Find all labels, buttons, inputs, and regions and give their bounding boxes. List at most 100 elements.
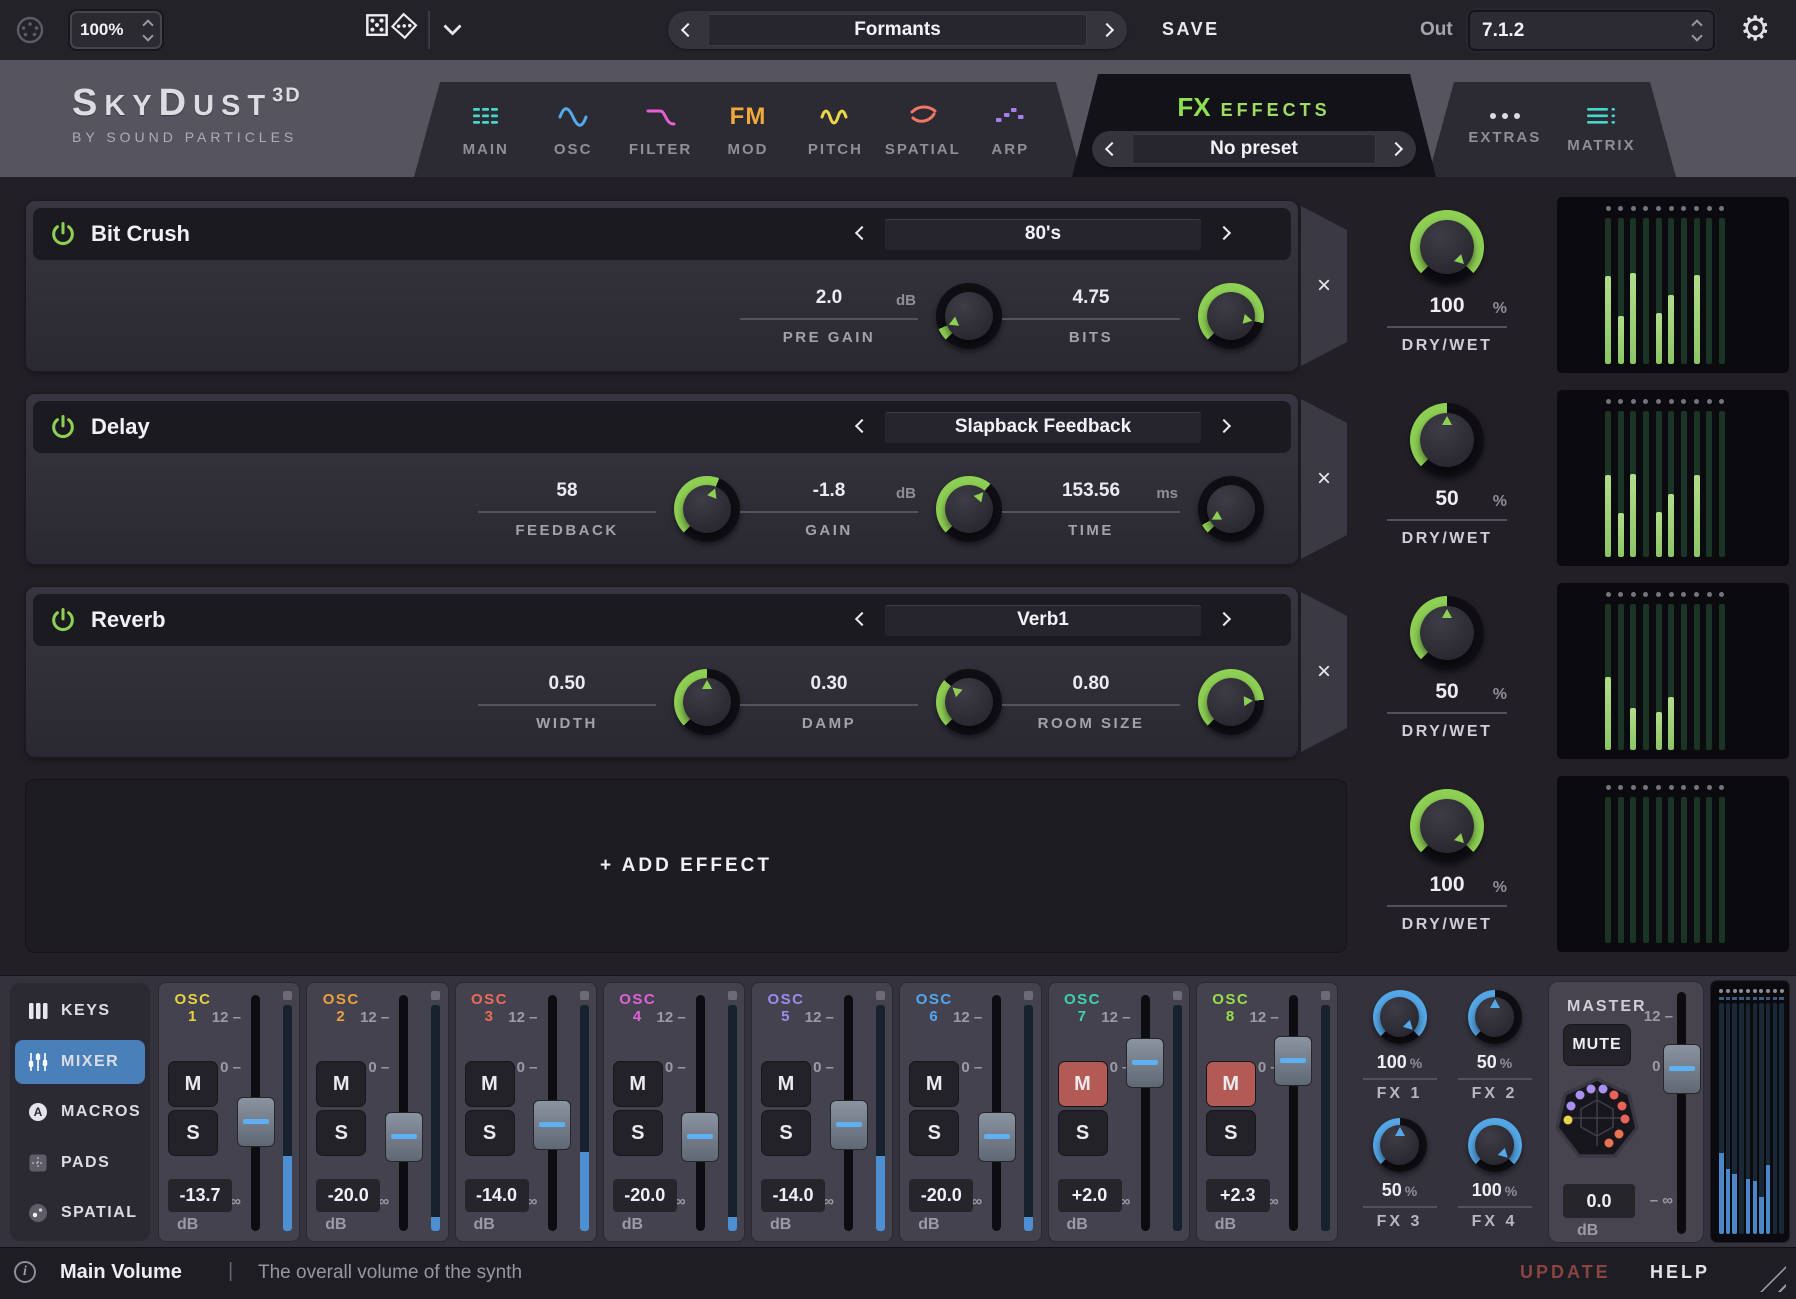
sidebar-item-macros[interactable]: AMACROS [15,1090,145,1134]
channel-fader-track[interactable] [844,995,853,1231]
master-mute-button[interactable]: MUTE [1563,1024,1631,1066]
dry-wet-value[interactable]: 100 [1429,873,1464,896]
tab-arp[interactable]: ARP [969,102,1052,158]
effect-preset-name[interactable]: Verb1 [885,605,1201,636]
mute-button[interactable]: M [168,1061,218,1107]
channel-value-box[interactable]: -13.7 [168,1179,232,1212]
tab-fx-effects[interactable]: FXEFFECTS No preset [1072,74,1436,177]
power-icon[interactable] [49,413,77,441]
fx-send-knob[interactable] [1468,990,1522,1044]
dry-wet-knob[interactable] [1410,210,1484,284]
dry-wet-value[interactable]: 100 [1429,294,1464,317]
solo-button[interactable]: S [168,1110,218,1156]
help-button[interactable]: HELP [1650,1262,1710,1283]
solo-button[interactable]: S [613,1110,663,1156]
tab-main[interactable]: MAIN [444,102,527,158]
mute-button[interactable]: M [1058,1061,1108,1107]
param-value[interactable]: 4.75 [1073,287,1110,308]
spatial-radar[interactable] [1555,1076,1639,1160]
param-value[interactable]: 0.50 [549,673,586,694]
channel-fader-track[interactable] [1141,995,1150,1231]
param-knob[interactable] [674,476,740,542]
tab-extras[interactable]: EXTRAS [1468,113,1541,146]
effect-preset-prev[interactable] [857,611,867,629]
param-knob[interactable] [1198,476,1264,542]
param-knob[interactable] [936,283,1002,349]
settings-gear-icon[interactable]: ⚙ [1740,9,1770,49]
mute-button[interactable]: M [1206,1061,1256,1107]
sidebar-item-keys[interactable]: KEYS [15,989,145,1033]
tab-matrix[interactable]: MATRIX [1567,105,1635,154]
channel-value-box[interactable]: -20.0 [613,1179,677,1212]
fx-send-knob[interactable] [1373,990,1427,1044]
channel-value-box[interactable]: +2.3 [1206,1179,1270,1212]
mute-button[interactable]: M [316,1061,366,1107]
channel-fader-track[interactable] [992,995,1001,1231]
channel-fader-track[interactable] [1289,995,1298,1231]
mute-button[interactable]: M [761,1061,811,1107]
fx-send-knob[interactable] [1373,1118,1427,1172]
effect-close-button[interactable]: × [1301,592,1347,752]
param-knob[interactable] [1198,669,1264,735]
param-knob[interactable] [1198,283,1264,349]
effect-close-button[interactable]: × [1301,399,1347,559]
fx-preset-name-box[interactable]: No preset [1132,134,1376,164]
param-knob[interactable] [936,669,1002,735]
channel-fader-cap[interactable] [681,1112,719,1162]
solo-button[interactable]: S [316,1110,366,1156]
param-value[interactable]: -1.8 [813,480,846,501]
effect-preset-name[interactable]: 80's [885,219,1201,250]
dry-wet-value[interactable]: 50 [1435,680,1458,703]
mute-button[interactable]: M [465,1061,515,1107]
effect-preset-next[interactable] [1219,418,1229,436]
randomize-dice-button[interactable]: ⚄ ⚂ [364,12,415,42]
midi-icon[interactable] [15,15,45,45]
fx-preset-prev-button[interactable] [1092,144,1132,154]
sidebar-item-spatial[interactable]: SPATIAL [15,1191,145,1235]
param-value[interactable]: 0.80 [1073,673,1110,694]
channel-value-box[interactable]: -14.0 [761,1179,825,1212]
preset-name-box[interactable]: Formants [708,14,1087,46]
master-fader-track[interactable] [1677,992,1686,1234]
tab-spatial[interactable]: SPATIAL [881,102,964,158]
channel-fader-cap[interactable] [1274,1036,1312,1086]
tab-pitch[interactable]: PITCH [794,102,877,158]
solo-button[interactable]: S [465,1110,515,1156]
param-knob[interactable] [674,669,740,735]
update-button[interactable]: UPDATE [1520,1262,1611,1283]
power-icon[interactable] [49,606,77,634]
tab-mod[interactable]: FMMOD [706,102,789,158]
fx-preset-next-button[interactable] [1376,144,1416,154]
param-knob[interactable] [936,476,1002,542]
effect-preset-next[interactable] [1219,225,1229,243]
tab-osc[interactable]: OSC [531,102,614,158]
dry-wet-knob[interactable] [1410,596,1484,670]
channel-value-box[interactable]: +2.0 [1058,1179,1122,1212]
sidebar-item-mixer[interactable]: MIXER [15,1040,145,1084]
add-effect-button[interactable]: + ADD EFFECT [25,779,1347,953]
power-icon[interactable] [49,220,77,248]
param-value[interactable]: 153.56 [1062,480,1120,501]
fx-send-value[interactable]: 100 [1377,1052,1407,1072]
sidebar-item-pads[interactable]: PADS [15,1141,145,1185]
channel-fader-cap[interactable] [533,1100,571,1150]
output-config-select[interactable]: 7.1.2 [1468,10,1715,51]
fx-send-value[interactable]: 50 [1477,1052,1497,1072]
resize-grip[interactable] [1760,1266,1786,1292]
channel-fader-track[interactable] [399,995,408,1231]
solo-button[interactable]: S [761,1110,811,1156]
effect-preset-next[interactable] [1219,611,1229,629]
effect-preset-name[interactable]: Slapback Feedback [885,412,1201,443]
channel-value-box[interactable]: -14.0 [465,1179,529,1212]
preset-next-button[interactable] [1087,25,1127,35]
channel-fader-track[interactable] [696,995,705,1231]
dry-wet-knob[interactable] [1410,789,1484,863]
mute-button[interactable]: M [909,1061,959,1107]
preset-prev-button[interactable] [668,25,708,35]
param-value[interactable]: 2.0 [816,287,842,308]
channel-fader-cap[interactable] [385,1112,423,1162]
randomize-options-chevron[interactable] [446,20,459,41]
zoom-stepper-carets[interactable] [144,18,152,43]
channel-fader-cap[interactable] [830,1100,868,1150]
tab-filter[interactable]: FILTER [619,102,702,158]
